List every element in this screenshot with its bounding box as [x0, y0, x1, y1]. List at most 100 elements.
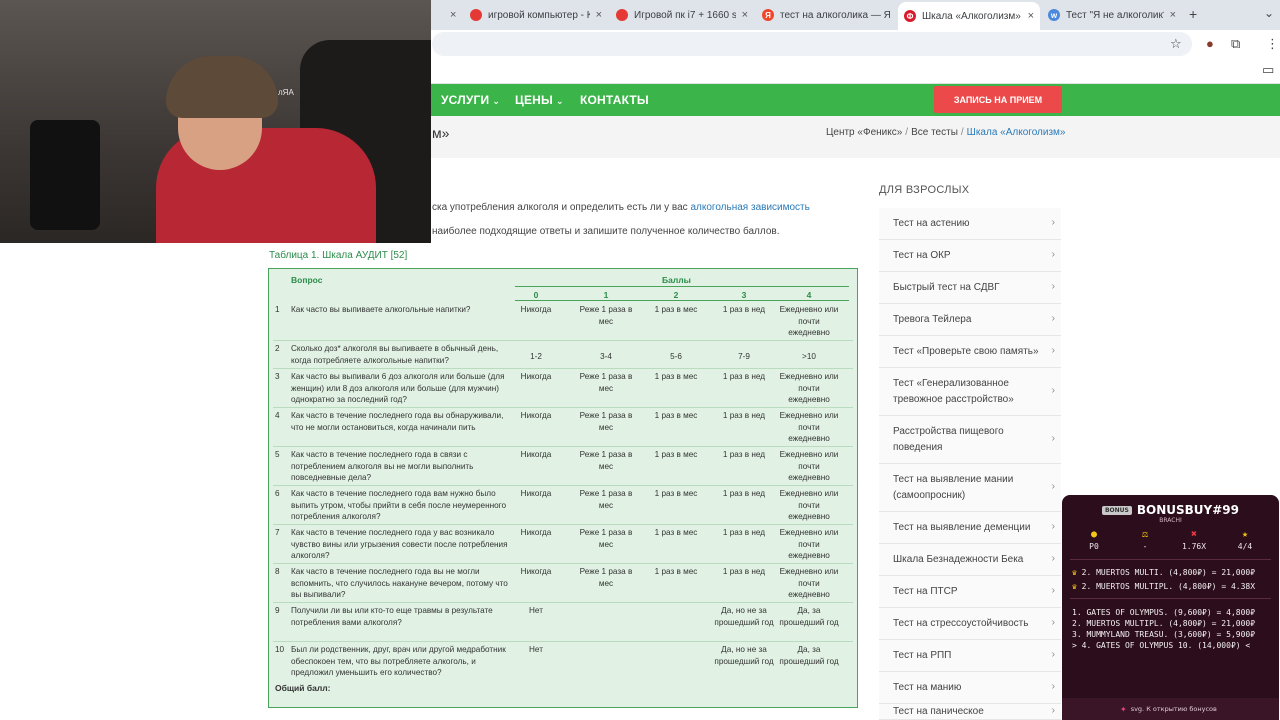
answer-cell: Нет — [529, 606, 543, 615]
sidebar-item[interactable]: Тест «Проверьте свою память» › — [879, 336, 1061, 368]
tab-gaming-pc-i7[interactable]: Игровой пк i7 + 1660 su × — [610, 3, 754, 27]
tab-close-icon[interactable]: × — [1028, 10, 1034, 22]
tab-gaming-pc[interactable]: игровой компьютер - Ку × — [464, 3, 608, 27]
tab-close-icon[interactable]: × — [1170, 9, 1176, 21]
alcohol-dependence-link[interactable]: алкогольная зависимость — [690, 202, 809, 213]
sidebar-item[interactable]: Тест на стрессоустойчивость › — [879, 608, 1061, 640]
table-row: 4 Как часто в течение последнего года вы … — [269, 408, 857, 447]
extension-icon[interactable]: ● — [1206, 36, 1214, 51]
extensions-puzzle-icon[interactable]: ⧉ — [1231, 36, 1240, 52]
sidebar-heading: ДЛЯ ВЗРОСЛЫХ — [879, 184, 970, 196]
column-header-points: Баллы — [662, 275, 691, 285]
table-row: 2 Сколько доз* алкоголя вы выпиваете в об… — [269, 341, 857, 369]
question-text: Получили ли вы или кто-то еще травмы в р… — [291, 606, 493, 627]
cross-icon: ✖ — [1190, 529, 1198, 540]
chevron-right-icon: › — [1051, 681, 1055, 692]
row-number: 3 — [275, 372, 280, 381]
answer-cell: 1 раз в нед — [722, 450, 766, 459]
answer-cell: Реже 1 раза в мес — [579, 567, 633, 588]
table-row: 5 Как часто в течение последнего года в с… — [269, 447, 857, 486]
answer-cell: Никогда — [520, 450, 552, 459]
tab-yandex-search[interactable]: Я тест на алкоголика — Ян — [756, 3, 896, 27]
sidebar-item[interactable]: Тест на астению › — [879, 208, 1061, 240]
nav-contacts[interactable]: КОНТАКТЫ — [580, 93, 649, 107]
bookmark-star-icon[interactable]: ☆ — [1170, 36, 1182, 52]
question-text: Был ли родственник, друг, врач или друго… — [291, 645, 506, 677]
answer-cell: Ежедневно или почти ежедневно — [779, 305, 839, 337]
new-tab-button[interactable]: + — [1189, 6, 1197, 22]
answer-cell: Ежедневно или почти ежедневно — [779, 567, 839, 599]
sidebar-item[interactable]: Шкала Безнадежности Бека › — [879, 544, 1061, 576]
breadcrumb-home[interactable]: Центр «Феникс» — [826, 127, 902, 138]
answer-cell: Никогда — [520, 567, 552, 576]
table-row: 1 Как часто вы выпиваете алкогольные напи… — [269, 302, 857, 341]
header-divider — [515, 286, 849, 287]
stat-average: ⚖ - — [1123, 529, 1167, 553]
sidebar-item-label: Тест на манию — [893, 682, 962, 693]
intro-text: ска употребления алкоголя и определить е… — [432, 202, 810, 213]
sidebar-item-label: Тест на ПТСР — [893, 586, 958, 597]
widget-footer: ✦ svg. К открытию бонусов — [1062, 698, 1279, 720]
book-appointment-button[interactable]: ЗАПИСЬ НА ПРИЕМ — [934, 86, 1062, 113]
chevron-right-icon: › — [1051, 705, 1055, 716]
chevron-right-icon: › — [1051, 481, 1055, 492]
answer-cell: 1 раз в мес — [654, 411, 698, 420]
nav-services[interactable]: УСЛУГИ ⌄ — [441, 93, 500, 107]
widget-subtitle: BRACHI — [1159, 517, 1182, 524]
row-number: 4 — [275, 411, 280, 420]
answer-cell: 5-6 — [670, 352, 682, 361]
tab-alcoholism-scale[interactable]: Ф Шкала «Алкоголизм» — × — [898, 2, 1040, 30]
sidebar-item[interactable]: Тест на РПП › — [879, 640, 1061, 672]
bookmarks-folder-icon[interactable]: ▭ — [1262, 62, 1274, 78]
sidebar-item[interactable]: Тест на паническое расстройство › — [879, 704, 1061, 720]
total-score-label: Общий балл: — [275, 683, 331, 693]
site-favicon-icon: w — [1048, 9, 1060, 21]
chevron-right-icon: › — [1051, 617, 1055, 628]
audit-table: Вопрос Баллы 0 1 2 3 4 1 Как часто вы вып… — [268, 268, 858, 708]
sidebar-item[interactable]: Тест на ПТСР › — [879, 576, 1061, 608]
nav-prices[interactable]: ЦЕНЫ ⌄ — [515, 93, 564, 107]
breadcrumb: Центр «Феникс» / Все тесты / Шкала «Алкоголи… — [826, 127, 1066, 138]
breadcrumb-all-tests[interactable]: Все тесты — [911, 127, 958, 138]
sidebar-item[interactable]: Тест на выявление мании (самоопросник) › — [879, 464, 1061, 512]
tab-not-alcoholic-test[interactable]: w Тест "Я не алкоголик?" | × — [1042, 3, 1182, 27]
widget-title: BONUS BONUSBUY#99 — [1062, 503, 1279, 517]
best-win-line: ♛ 2. MUERTOS MULTI. (4,800₽) = 21,000₽ — [1072, 568, 1256, 577]
answer-cell: Да, за прошедший год — [779, 645, 839, 666]
page-title: м» — [432, 125, 450, 141]
table-row: 8 Как часто в течение последнего года вы … — [269, 564, 857, 603]
tab-close-icon[interactable]: × — [742, 9, 748, 21]
bonus-list-item: 3. MUMMYLAND TREASU. (3,600₽) = 5,900₽ — [1072, 630, 1256, 639]
question-text: Как часто в течение последнего года у ва… — [291, 528, 508, 560]
answer-cell: Никогда — [520, 489, 552, 498]
answer-cell: Реже 1 раза в мес — [579, 450, 633, 471]
stat-balance: ● P0 — [1072, 529, 1116, 553]
tab-close-icon[interactable]: × — [596, 9, 602, 21]
address-bar[interactable] — [432, 32, 1192, 56]
row-number: 7 — [275, 528, 280, 537]
answer-cell: Реже 1 раза в мес — [579, 528, 633, 549]
score-col-header: 1 — [603, 290, 609, 300]
score-col-header: 3 — [741, 290, 747, 300]
sidebar-item[interactable]: Тревога Тейлера › — [879, 304, 1061, 336]
sidebar-item-label: Тест «Проверьте свою память» — [893, 346, 1039, 357]
sidebar-item[interactable]: Быстрый тест на СДВГ › — [879, 272, 1061, 304]
answer-cell: Никогда — [520, 305, 552, 314]
sidebar-item[interactable]: Тест на выявление деменции › — [879, 512, 1061, 544]
chevron-right-icon: › — [1051, 433, 1055, 444]
sidebar-item[interactable]: Тест на манию › — [879, 672, 1061, 704]
answer-cell: 1 раз в мес — [654, 567, 698, 576]
answer-cell: 1 раз в мес — [654, 489, 698, 498]
browser-menu-icon[interactable]: ⋮ — [1266, 36, 1279, 52]
widget-divider — [1070, 559, 1271, 560]
question-text: Сколько доз* алкоголя вы выпиваете в обы… — [291, 344, 499, 365]
sidebar-item[interactable]: Тест на ОКР › — [879, 240, 1061, 272]
microphone — [30, 120, 100, 230]
tab-close-prev[interactable]: × — [438, 3, 458, 27]
sidebar-item[interactable]: Тест «Генерализованное тревожное расстро… — [879, 368, 1061, 416]
tab-search-icon[interactable]: ⌄ — [1264, 6, 1274, 20]
sidebar-item-label: Тест на ОКР — [893, 250, 951, 261]
sidebar-item[interactable]: Расстройства пищевого поведения › — [879, 416, 1061, 464]
table-row: 9 Получили ли вы или кто-то еще травмы в … — [269, 603, 857, 642]
answer-cell: 1 раз в мес — [654, 305, 698, 314]
